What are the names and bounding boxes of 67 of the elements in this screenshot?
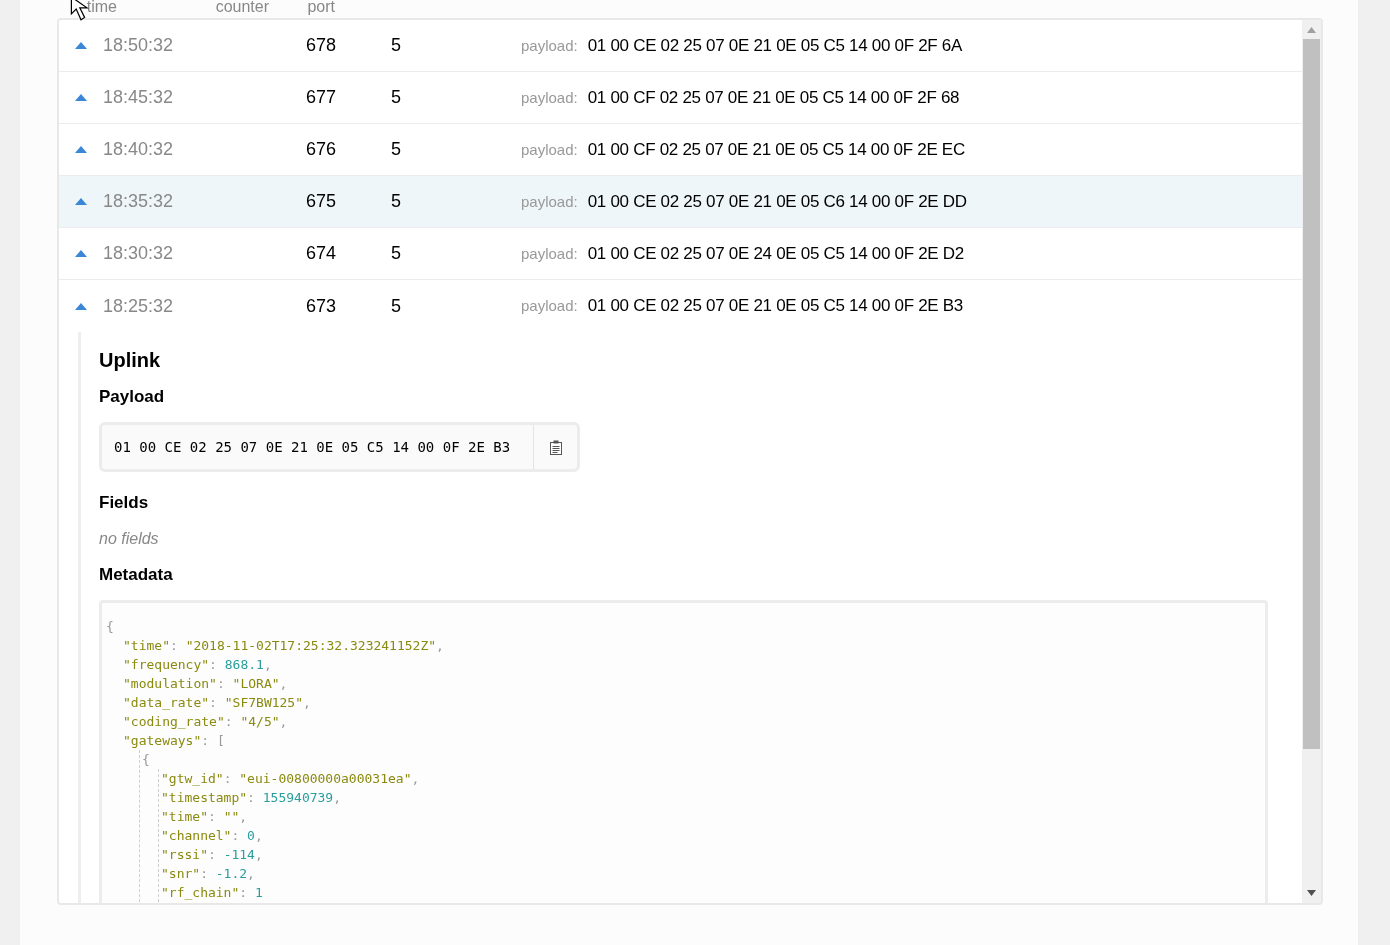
payload-label: payload: [521, 296, 578, 317]
counter-cell: 677 [305, 87, 336, 107]
code-line: "gateways": [ [123, 733, 225, 748]
table-row[interactable]: 18:35:32 675 5 payload: 01 00 CE 02 25 07 0E 21 0E 05 C6 14 00 0F 2E DD [59, 176, 1302, 228]
scrollbar[interactable] [1302, 20, 1321, 903]
payload-value: 01 00 CF 02 25 07 0E 21 0E 05 C5 14 00 0F 2E EC [587, 138, 965, 161]
time-cell: 18:50:32 [103, 35, 174, 55]
scroll-down-icon[interactable] [1307, 890, 1316, 896]
counter-cell: 678 [305, 35, 336, 55]
code-line: "rf_chain": 1 [161, 885, 263, 900]
column-header: time [86, 0, 117, 15]
payload-value: 01 00 CE 02 25 07 0E 21 0E 05 C5 14 00 0F 2E B3 [587, 295, 963, 318]
code-line: { [106, 619, 114, 634]
column-header: counter [215, 0, 269, 15]
payload-text: 01 00 CE 02 25 07 0E 21 0E 05 C5 14 00 0F 2E B3 [113, 437, 512, 457]
clipboard-icon [549, 439, 562, 455]
payload-value: 01 00 CE 02 25 07 0E 21 0E 05 C5 14 00 0F 2F 6A [587, 34, 963, 57]
time-cell: 18:30:32 [103, 243, 174, 263]
time-cell: 18:40:32 [103, 139, 174, 159]
scroll-up-icon[interactable] [1307, 27, 1316, 33]
scrollbar-thumb[interactable] [1303, 39, 1320, 749]
code-line: { [142, 752, 150, 767]
caret-up-icon[interactable] [75, 146, 87, 153]
port-cell: 5 [391, 35, 401, 55]
section-title: Uplink [99, 348, 162, 373]
time-cell: 18:45:32 [103, 87, 174, 107]
caret-up-icon[interactable] [75, 198, 87, 205]
counter-cell: 674 [305, 243, 336, 263]
payload-label: payload: [521, 87, 578, 108]
section-heading: Payload [99, 386, 166, 408]
payload-value: 01 00 CE 02 25 07 0E 21 0E 05 C6 14 00 0F 2E DD [587, 190, 967, 213]
counter-cell: 676 [305, 139, 336, 159]
counter-cell: 675 [305, 191, 336, 211]
port-cell: 5 [391, 191, 401, 211]
code-line: "coding_rate": "4/5", [123, 714, 288, 729]
code-line: "data_rate": "SF7BW125", [123, 695, 311, 710]
code-line: "snr": -1.2, [161, 866, 255, 881]
empty-fields-text: no fields [99, 529, 160, 549]
port-cell: 5 [391, 295, 401, 316]
time-cell: 18:25:32 [103, 295, 174, 316]
payload-label: payload: [521, 243, 578, 264]
payload-label: payload: [521, 35, 578, 56]
section-heading: Metadata [99, 564, 174, 586]
code-line: "timestamp": 155940739, [161, 790, 342, 805]
caret-up-icon[interactable] [75, 42, 87, 49]
payload-label: payload: [521, 191, 578, 212]
caret-up-icon[interactable] [75, 302, 87, 310]
payload-label: payload: [521, 139, 578, 160]
port-cell: 5 [391, 243, 401, 263]
payload-value: 01 00 CF 02 25 07 0E 21 0E 05 C5 14 00 0F 2F 68 [587, 86, 960, 109]
port-cell: 5 [391, 87, 401, 107]
port-cell: 5 [391, 139, 401, 159]
table-row[interactable]: 18:50:32 678 5 payload: 01 00 CE 02 25 07 0E 21 0E 05 C5 14 00 0F 2F 6A [59, 20, 1302, 72]
payload-value: 01 00 CE 02 25 07 0E 24 0E 05 C5 14 00 0F 2E D2 [587, 242, 964, 265]
code-line: "channel": 0, [161, 828, 263, 843]
code-line: "time": "", [161, 809, 248, 824]
code-line: "time": "2018-11-02T17:25:32.323241152Z", [123, 638, 444, 653]
section-heading: Fields [99, 492, 150, 514]
caret-up-icon[interactable] [75, 250, 87, 257]
code-line: "modulation": "LORA", [123, 676, 288, 691]
code-line: "rssi": -114, [161, 847, 263, 862]
code-line: "frequency": 868.1, [123, 657, 272, 672]
time-cell: 18:35:32 [103, 191, 174, 211]
caret-up-icon[interactable] [75, 94, 87, 101]
column-header: port [307, 0, 335, 15]
counter-cell: 673 [305, 295, 336, 316]
code-line: "gtw_id": "eui-00800000a00031ea", [161, 771, 420, 786]
